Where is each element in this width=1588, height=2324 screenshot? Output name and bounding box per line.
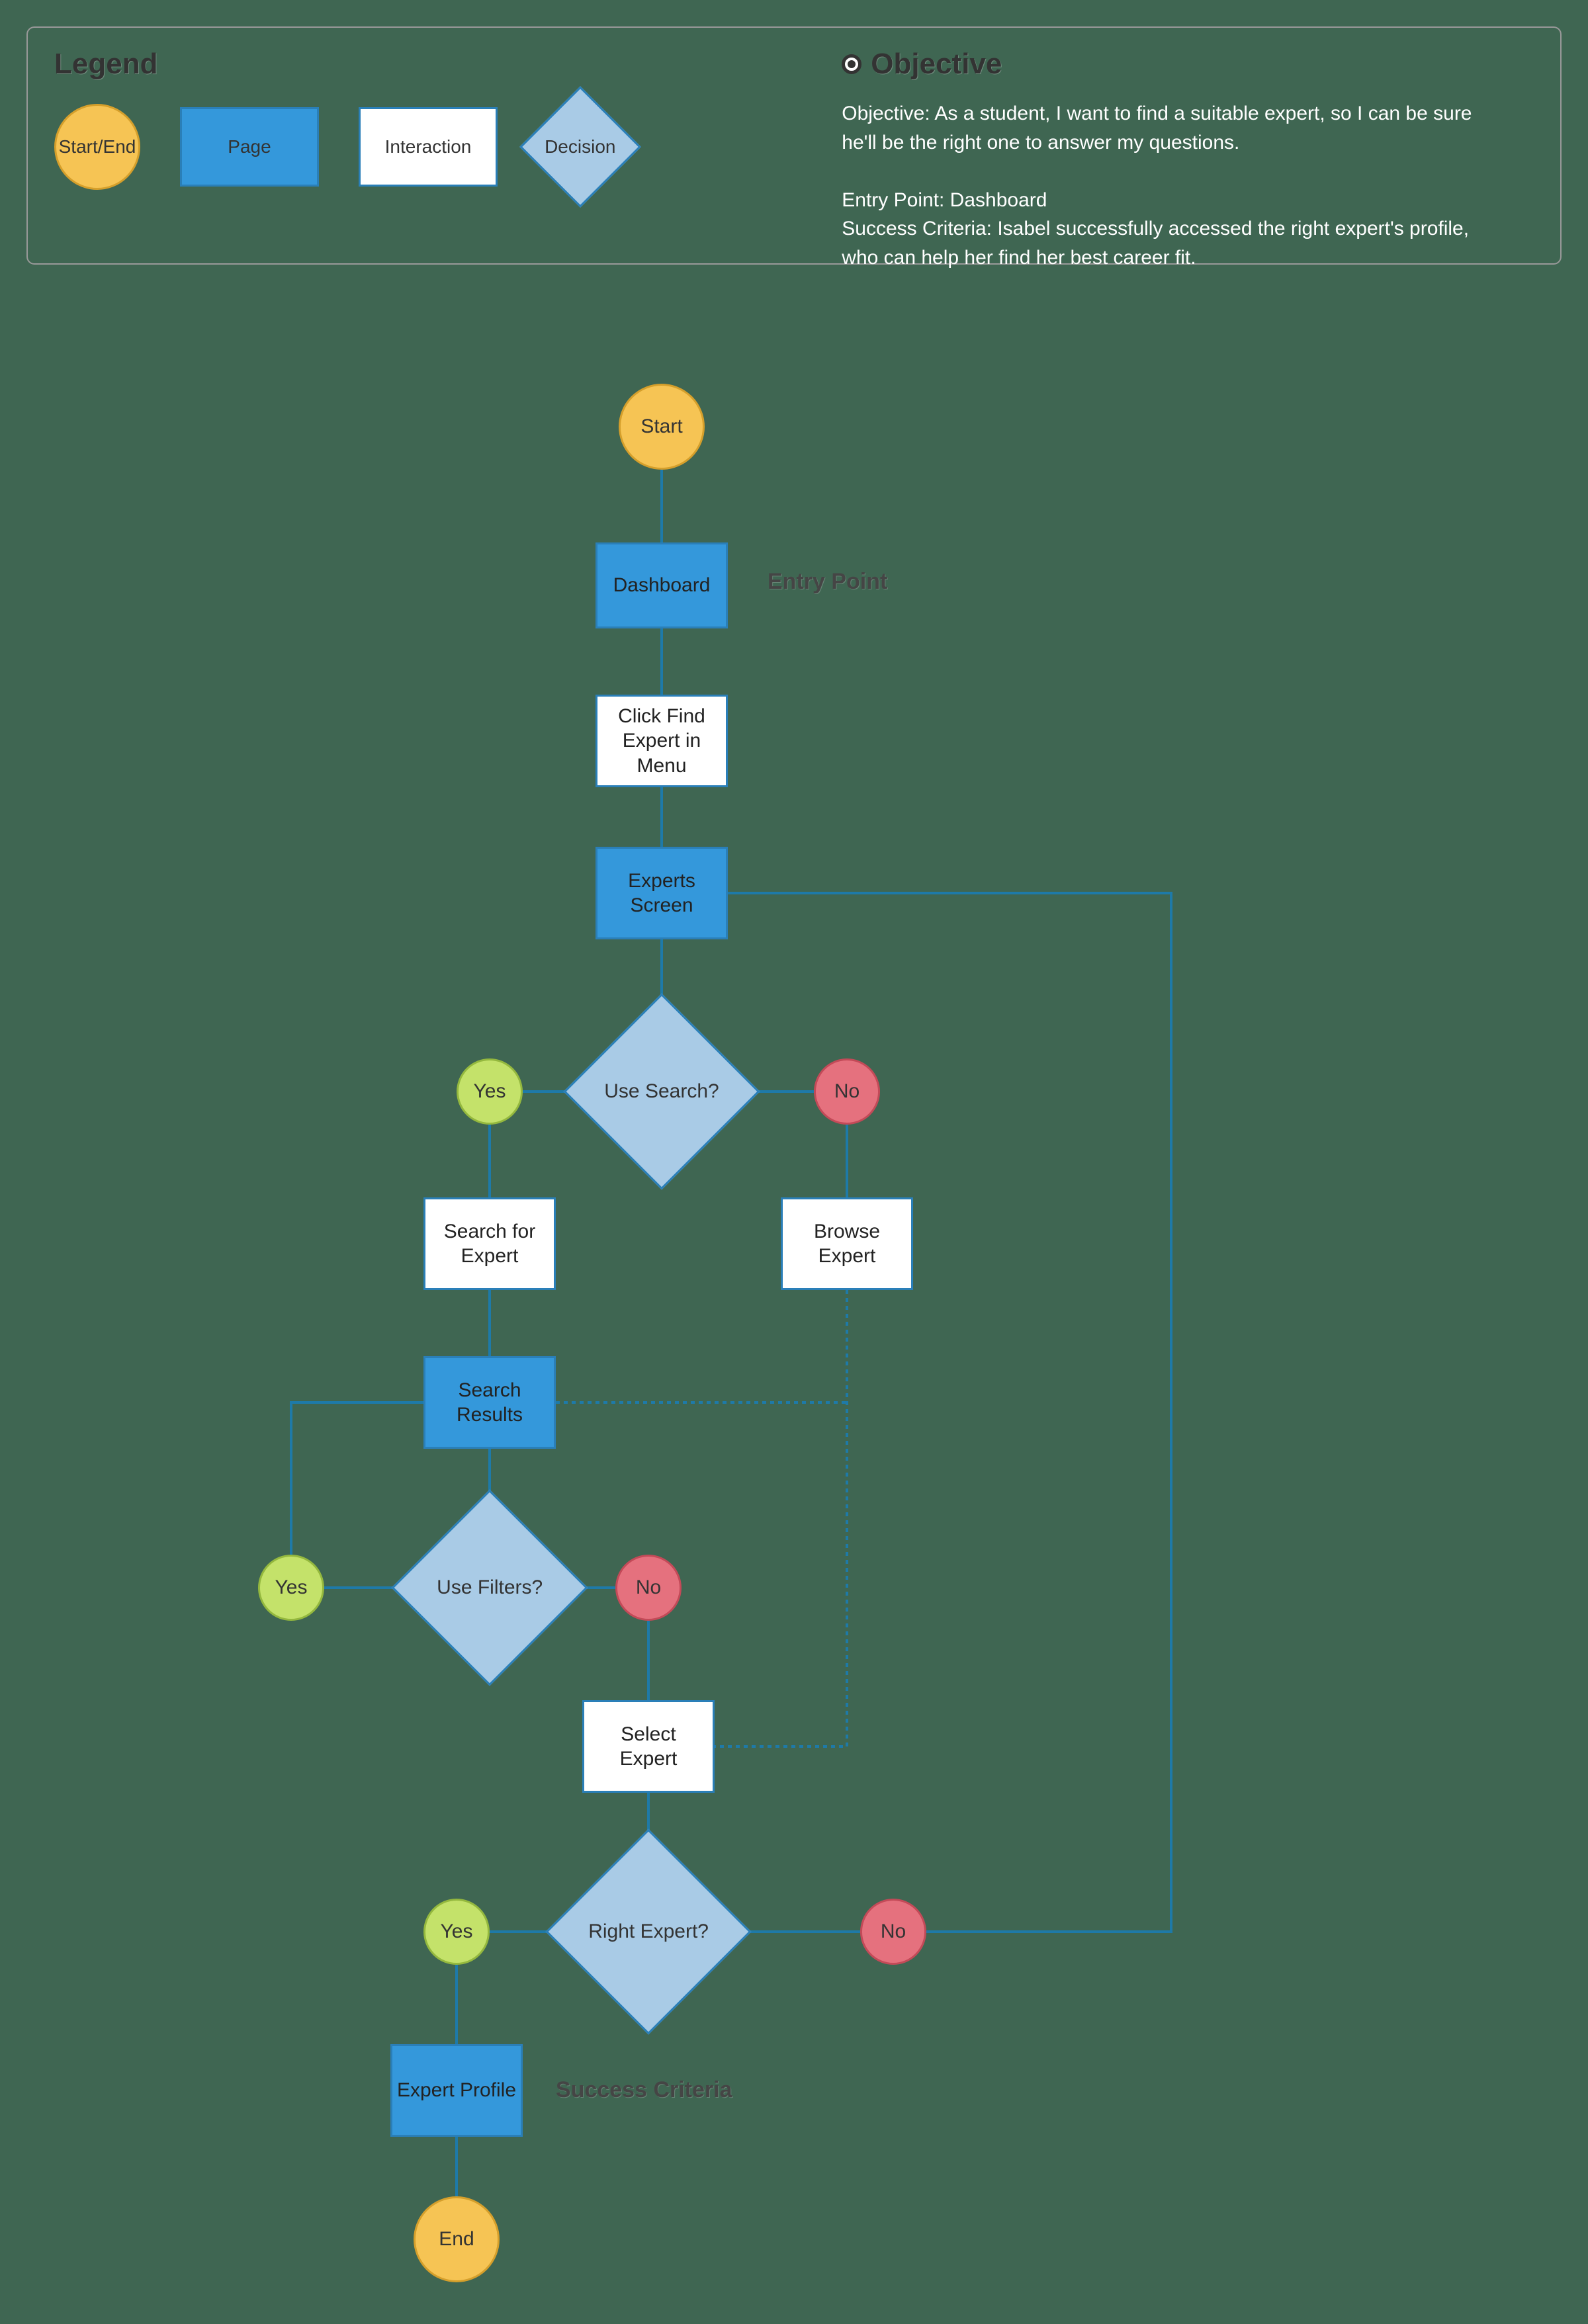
legend-panel: Legend Start/End Page Interaction Decisi…: [26, 26, 1562, 265]
annot-success-criteria: Success Criteria: [556, 2077, 732, 2103]
legend-start-end: Start/End: [54, 104, 140, 190]
node-use-search-decision: Use Search?: [564, 994, 760, 1190]
node-search-for-expert: Search for Expert: [423, 1197, 556, 1290]
node-right-expert-label: Right Expert?: [588, 1919, 709, 1944]
node-use-filters-label: Use Filters?: [437, 1575, 543, 1600]
legend-decision: Decision: [519, 86, 641, 208]
flowchart-canvas: Start Dashboard Entry Point Click Find E…: [0, 298, 1588, 2322]
annot-entry-point: Entry Point: [768, 569, 887, 595]
node-use-search-yes: Yes: [457, 1058, 523, 1125]
node-right-expert-yes: Yes: [423, 1899, 490, 1965]
objective-success1: Success Criteria: Isabel successfully ac…: [842, 214, 1534, 243]
objective-title-text: Objective: [871, 48, 1002, 81]
legend-items-row: Start/End Page Interaction Decision: [54, 104, 815, 190]
node-experts-screen: Experts Screen: [596, 847, 728, 939]
node-dashboard: Dashboard: [596, 542, 728, 628]
node-use-search-no: No: [814, 1058, 880, 1125]
legend-decision-label: Decision: [545, 136, 615, 157]
node-select-expert: Select Expert: [582, 1700, 715, 1793]
node-search-results: Search Results: [423, 1356, 556, 1449]
objective-entry: Entry Point: Dashboard: [842, 186, 1534, 215]
objective-title: Objective: [842, 48, 1534, 81]
node-click-find-expert: Click Find Expert in Menu: [596, 695, 728, 787]
node-use-filters-yes: Yes: [258, 1555, 324, 1621]
node-use-filters-no: No: [615, 1555, 682, 1621]
objective-success2: who can help her find her best career fi…: [842, 243, 1534, 273]
node-use-filters-decision: Use Filters?: [392, 1490, 588, 1686]
node-right-expert-decision: Right Expert?: [545, 1829, 751, 2034]
legend-interaction: Interaction: [359, 107, 498, 187]
connectors: [0, 298, 1588, 2322]
node-browse-expert: Browse Expert: [781, 1197, 913, 1290]
node-start: Start: [619, 384, 705, 470]
objective-line2: he'll be the right one to answer my ques…: [842, 128, 1534, 157]
node-end: End: [414, 2196, 500, 2282]
objective-panel: Objective Objective: As a student, I wan…: [815, 48, 1534, 243]
legend-left: Legend Start/End Page Interaction Decisi…: [54, 48, 815, 243]
objective-text: Objective: As a student, I want to find …: [842, 99, 1534, 272]
objective-line1: Objective: As a student, I want to find …: [842, 99, 1534, 128]
node-use-search-label: Use Search?: [604, 1079, 719, 1104]
target-icon: [842, 54, 861, 74]
node-expert-profile: Expert Profile: [390, 2044, 523, 2137]
node-right-expert-no: No: [860, 1899, 926, 1965]
legend-title: Legend: [54, 48, 815, 81]
legend-page: Page: [180, 107, 319, 187]
